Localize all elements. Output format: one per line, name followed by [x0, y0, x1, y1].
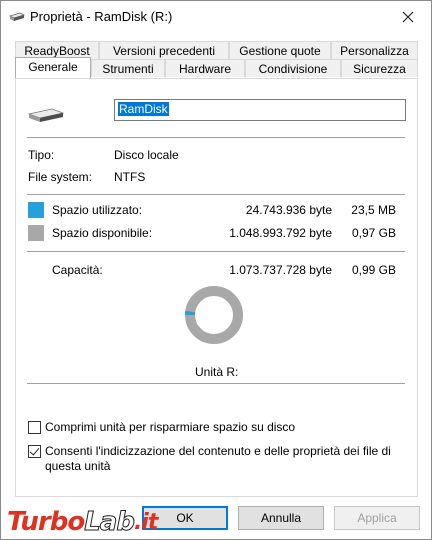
tab-strumenti[interactable]: Strumenti — [91, 59, 165, 77]
used-space-label: Spazio utilizzato: — [52, 203, 143, 217]
apply-button[interactable]: Applica — [334, 506, 420, 530]
tab-versioni-precedenti[interactable]: Versioni precedenti — [99, 41, 229, 59]
properties-window: Proprietà - RamDisk (R:) ReadyBoost Vers… — [0, 0, 432, 540]
window-title: Proprietà - RamDisk (R:) — [30, 9, 173, 24]
free-space-bytes: 1.048.993.792 byte — [229, 226, 332, 240]
free-space-swatch — [28, 225, 44, 241]
drive-name-input[interactable]: RamDisk — [114, 99, 406, 121]
watermark-part3: .it — [133, 509, 158, 535]
free-space-ring — [185, 286, 243, 344]
watermark-part2: Lab — [84, 507, 136, 538]
index-label-line2: questa unità — [45, 459, 111, 473]
cancel-button[interactable]: Annulla — [238, 506, 324, 530]
divider — [27, 251, 405, 252]
type-value: Disco locale — [114, 148, 179, 162]
used-space-bytes: 24.743.936 byte — [245, 203, 332, 217]
watermark-logo: Turbo Lab .it — [7, 507, 158, 538]
drive-letter-label: Unità R: — [195, 365, 239, 379]
divider — [27, 383, 405, 384]
drive-icon — [28, 108, 64, 122]
tab-gestione-quote[interactable]: Gestione quote — [229, 41, 331, 59]
watermark-part1: Turbo — [7, 507, 85, 537]
close-button[interactable] — [393, 3, 423, 31]
free-space-label: Spazio disponibile: — [52, 226, 153, 240]
compress-label: Comprimi unità per risparmiare spazio su… — [45, 420, 296, 434]
index-checkbox[interactable] — [28, 445, 41, 458]
tab-sicurezza[interactable]: Sicurezza — [341, 59, 418, 77]
capacity-size: 0,99 GB — [351, 263, 396, 277]
drive-icon — [9, 12, 25, 21]
title-bar: Proprietà - RamDisk (R:) — [1, 1, 431, 33]
tab-personalizza[interactable]: Personalizza — [331, 41, 418, 59]
free-space-size: 0,97 GB — [351, 226, 396, 240]
tab-condivisione[interactable]: Condivisione — [245, 59, 341, 77]
drive-name-value: RamDisk — [118, 102, 169, 116]
index-label-line1: Consenti l'indicizzazione del contenuto … — [45, 444, 391, 458]
type-label: Tipo: — [28, 148, 55, 162]
divider — [27, 137, 405, 138]
capacity-bytes: 1.073.737.728 byte — [229, 263, 332, 277]
tab-row-bottom: Generale Strumenti Hardware Condivisione… — [15, 57, 418, 78]
capacity-label: Capacità: — [52, 263, 103, 277]
used-space-size: 23,5 MB — [351, 203, 396, 217]
tab-generale[interactable]: Generale — [15, 57, 91, 78]
tab-hardware[interactable]: Hardware — [165, 59, 245, 77]
compress-checkbox[interactable] — [28, 421, 41, 434]
filesystem-value: NTFS — [114, 170, 146, 184]
disk-usage-donut — [185, 286, 243, 344]
filesystem-label: File system: — [28, 170, 93, 184]
divider — [27, 194, 405, 195]
used-space-swatch — [28, 202, 44, 218]
close-icon — [402, 11, 414, 23]
